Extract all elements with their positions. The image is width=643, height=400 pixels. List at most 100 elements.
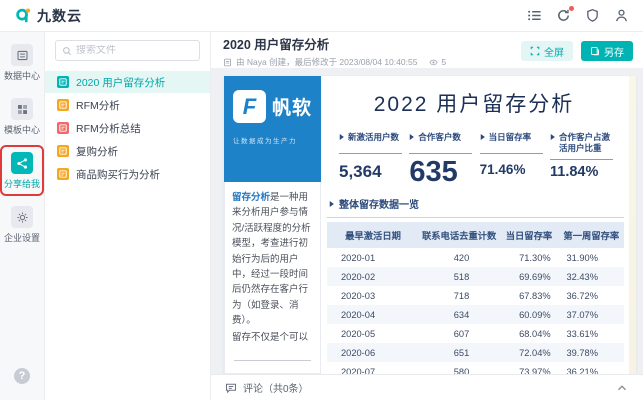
comment-toggle[interactable]: 评论（共0条） xyxy=(225,380,309,395)
file-item-label: 2020 用户留存分析 xyxy=(76,75,165,90)
table-row: 2020-0251869.69%32.43% xyxy=(327,267,624,286)
table-row: 2020-0665172.04%39.78% xyxy=(327,343,624,362)
file-item-label: 复购分析 xyxy=(76,144,118,159)
notification-badge xyxy=(569,6,574,11)
logo-icon xyxy=(14,7,32,25)
view-counter: 5 xyxy=(429,57,446,67)
file-icon xyxy=(57,168,69,180)
retention-table-section: 整体留存数据一览 最早激活日期联系电话去重计数当日留存率第一周留存率 2020-… xyxy=(321,189,627,374)
kpi-label-text: 新激活用户数 xyxy=(348,132,399,149)
table-cell: 2020-07 xyxy=(327,362,419,374)
table-cell: 36.72% xyxy=(559,286,624,305)
table-title-text: 整体留存数据一览 xyxy=(339,196,419,211)
file-item[interactable]: 2020 用户留存分析 xyxy=(45,71,210,93)
file-item-label: RFM分析 xyxy=(76,98,120,113)
file-item[interactable]: RFM分析 xyxy=(45,94,210,116)
table-cell: 32.43% xyxy=(559,267,624,286)
sidebar: 数据中心模板中心分享给我企业设置 ? xyxy=(0,32,45,400)
fanruan-logo-name: 帆软 xyxy=(272,93,312,120)
chevron-up-icon[interactable] xyxy=(615,381,629,395)
file-item[interactable]: RFM分析总结 xyxy=(45,117,210,139)
table-column-header: 联系电话去重计数 xyxy=(419,222,499,248)
table-cell: 518 xyxy=(419,267,499,286)
kpi-card: 合作客户数 635 xyxy=(409,132,472,189)
search-input[interactable] xyxy=(76,45,193,56)
report-meta: 由 Naya 创建，最后修改于 2023/08/04 10:40:55 5 xyxy=(223,56,446,68)
app-title: 九数云 xyxy=(37,6,82,26)
file-item[interactable]: 复购分析 xyxy=(45,140,210,162)
kpi-label-text: 当日留存率 xyxy=(489,132,532,149)
retention-intro-text: 留存分析是一种用来分析用户参与情况/活跃程度的分析模型，考查进行初始行为后的用户… xyxy=(224,182,321,374)
dashboard-canvas: F 帆软 让数据成为生产力 留存分析是一种用来分析用户参与情况/活跃程度的分析模… xyxy=(211,68,643,374)
sidebar-item-template-center[interactable]: 模板中心 xyxy=(3,94,41,139)
table-section-title: 整体留存数据一览 xyxy=(327,193,624,218)
kpi-value: 635 xyxy=(409,156,472,189)
table-cell: 33.61% xyxy=(559,324,624,343)
sidebar-item-shared-with-me[interactable]: 分享给我 xyxy=(3,148,41,193)
kpi-label-text: 合作客户数 xyxy=(418,132,461,149)
fullscreen-button[interactable]: 全屏 xyxy=(521,41,573,61)
refresh-icon[interactable] xyxy=(556,8,571,23)
table-cell: 36.21% xyxy=(559,362,624,374)
kpi-label: 新激活用户数 xyxy=(339,132,402,154)
save-as-button[interactable]: 另存 xyxy=(581,41,633,61)
table-cell: 2020-01 xyxy=(327,248,419,267)
main-area: 2020 用户留存分析 由 Naya 创建，最后修改于 2023/08/04 1… xyxy=(211,32,643,400)
database-icon xyxy=(11,44,33,66)
table-row: 2020-0758073.97%36.21% xyxy=(327,362,624,374)
fullscreen-label: 全屏 xyxy=(544,44,564,59)
kpi-card: 合作客户占激活用户比重11.84% xyxy=(550,132,613,189)
brand-logo[interactable]: 九数云 xyxy=(14,6,82,26)
table-cell: 718 xyxy=(419,286,499,305)
table-cell: 39.78% xyxy=(559,343,624,362)
comment-bar: 评论（共0条） xyxy=(211,374,643,400)
kpi-card: 新激活用户数 5,364 xyxy=(339,132,402,189)
table-cell: 73.97% xyxy=(499,362,558,374)
sidebar-item-label: 模板中心 xyxy=(3,123,41,136)
table-cell: 580 xyxy=(419,362,499,374)
search-box xyxy=(55,40,200,61)
table-cell: 31.90% xyxy=(559,248,624,267)
gear-icon xyxy=(11,206,33,228)
table-cell: 420 xyxy=(419,248,499,267)
kpi-card: 当日留存率 71.46% xyxy=(480,132,543,189)
table-cell: 67.83% xyxy=(499,286,558,305)
shield-icon[interactable] xyxy=(585,8,600,23)
user-icon[interactable] xyxy=(614,8,629,23)
kpi-value: 5,364 xyxy=(339,162,402,182)
sidebar-item-label: 分享给我 xyxy=(3,177,41,190)
template-icon xyxy=(11,98,33,120)
fanruan-tagline: 让数据成为生产力 xyxy=(233,135,313,145)
task-list-icon[interactable] xyxy=(527,8,542,23)
sidebar-item-enterprise-settings[interactable]: 企业设置 xyxy=(3,202,41,247)
intro-highlight: 留存分析 xyxy=(232,192,270,203)
file-item[interactable]: 商品购买行为分析 xyxy=(45,163,210,185)
sidebar-item-label: 数据中心 xyxy=(3,69,41,82)
topbar-icons xyxy=(527,8,629,23)
file-item-label: RFM分析总结 xyxy=(76,121,141,136)
table-cell: 2020-06 xyxy=(327,343,419,362)
kpi-label: 当日留存率 xyxy=(480,132,543,154)
table-cell: 71.30% xyxy=(499,248,558,267)
table-cell: 2020-05 xyxy=(327,324,419,343)
intro-line2: 留存不仅是个可以 xyxy=(232,330,313,345)
table-row: 2020-0463460.09%37.07% xyxy=(327,305,624,324)
table-cell: 60.09% xyxy=(499,305,558,324)
sidebar-item-data-center[interactable]: 数据中心 xyxy=(3,40,41,85)
table-cell: 651 xyxy=(419,343,499,362)
table-column-header: 当日留存率 xyxy=(499,222,558,248)
table-row: 2020-0371867.83%36.72% xyxy=(327,286,624,305)
kpi-value: 71.46% xyxy=(480,162,543,177)
comment-icon xyxy=(225,382,237,394)
pointer-icon xyxy=(329,200,335,208)
table-cell: 68.04% xyxy=(499,324,558,343)
kpi-value: 11.84% xyxy=(550,164,613,180)
header-actions: 全屏 另存 xyxy=(521,41,633,61)
search-icon xyxy=(62,46,72,56)
fanruan-logo-icon: F xyxy=(233,90,266,123)
dashboard-right-column: 2022 用户留存分析 新激活用户数5,364合作客户数635当日留存率71.4… xyxy=(321,76,636,374)
help-icon[interactable]: ? xyxy=(14,368,30,384)
table-cell: 37.07% xyxy=(559,305,624,324)
file-icon xyxy=(57,122,69,134)
table-cell: 69.69% xyxy=(499,267,558,286)
